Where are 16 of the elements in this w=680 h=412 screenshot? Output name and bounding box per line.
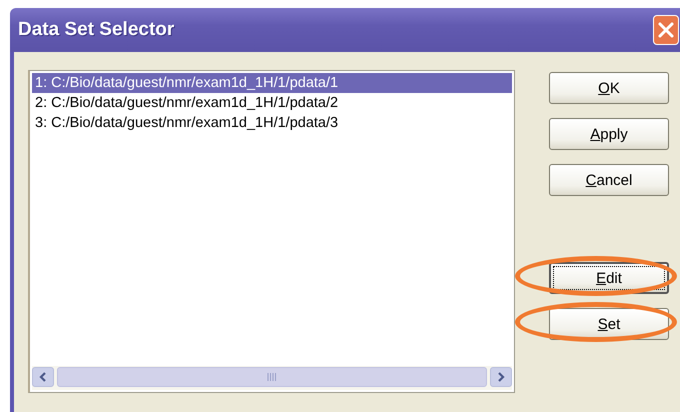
scroll-thumb[interactable] (57, 367, 487, 387)
chevron-left-icon (37, 371, 49, 383)
list-item[interactable]: 3: C:/Bio/data/guest/nmr/exam1d_1H/1/pdata/3 (32, 113, 512, 133)
horizontal-scrollbar[interactable] (32, 366, 512, 390)
scroll-right-button[interactable] (490, 367, 512, 387)
close-icon (656, 20, 676, 40)
grip-icon (267, 373, 277, 381)
close-button[interactable] (653, 15, 679, 45)
window-title: Data Set Selector (18, 19, 174, 41)
dialog-button[interactable]: Apply (549, 118, 669, 150)
list-item[interactable]: 1: C:/Bio/data/guest/nmr/exam1d_1H/1/pdata/1 (32, 73, 512, 93)
dialog-button[interactable]: OK (549, 72, 669, 104)
list-item[interactable]: 2: C:/Bio/data/guest/nmr/exam1d_1H/1/pdata/2 (32, 93, 512, 113)
scroll-left-button[interactable] (32, 367, 54, 387)
chevron-right-icon (495, 371, 507, 383)
dialog-button[interactable]: Cancel (549, 164, 669, 196)
